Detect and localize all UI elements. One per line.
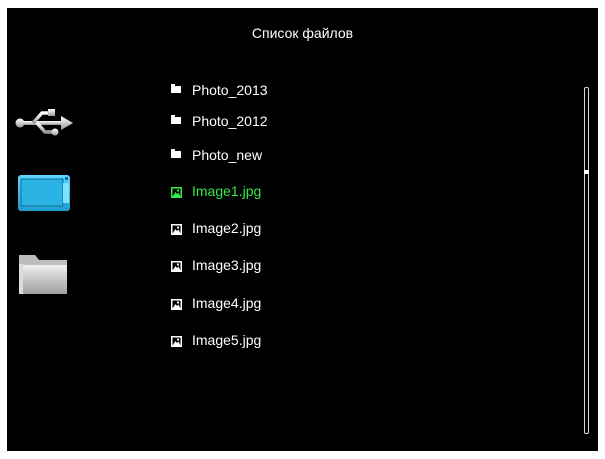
folder-small-icon [171, 84, 183, 96]
file-browser-screen: Список файлов Photo_2013 Photo_2012 Phot… [7, 8, 598, 451]
image-file-icon [171, 185, 183, 198]
file-name: Image1.jpg [192, 183, 262, 199]
list-item[interactable]: Photo_new [171, 144, 262, 166]
folder-small-icon [171, 149, 183, 161]
file-name: Image5.jpg [192, 332, 262, 348]
list-item[interactable]: Image4.jpg [171, 292, 261, 314]
file-name: Photo_2012 [192, 113, 268, 129]
scrollbar[interactable] [584, 87, 589, 434]
list-item-selected[interactable]: Image1.jpg [171, 180, 261, 202]
image-file-icon [171, 297, 183, 310]
image-file-icon [171, 334, 183, 347]
file-name: Photo_2013 [192, 82, 268, 98]
list-item[interactable]: Photo_2013 [171, 79, 268, 101]
image-file-icon [171, 259, 183, 272]
usb-icon[interactable] [15, 109, 73, 137]
scrollbar-thumb[interactable] [584, 170, 589, 174]
file-name: Image4.jpg [192, 295, 262, 311]
folder-small-icon [171, 115, 183, 127]
list-item[interactable]: Photo_2012 [171, 110, 268, 132]
list-item[interactable]: Image3.jpg [171, 254, 261, 276]
file-name: Image3.jpg [192, 257, 262, 273]
list-item[interactable]: Image2.jpg [171, 217, 261, 239]
sd-card-icon[interactable] [17, 173, 71, 213]
image-file-icon [171, 222, 183, 235]
file-name: Image2.jpg [192, 220, 262, 236]
file-name: Photo_new [192, 147, 263, 163]
file-list: Photo_2013 Photo_2012 Photo_new Image1.j… [171, 8, 551, 451]
list-item[interactable]: Image5.jpg [171, 329, 261, 351]
folder-icon[interactable] [17, 251, 69, 296]
